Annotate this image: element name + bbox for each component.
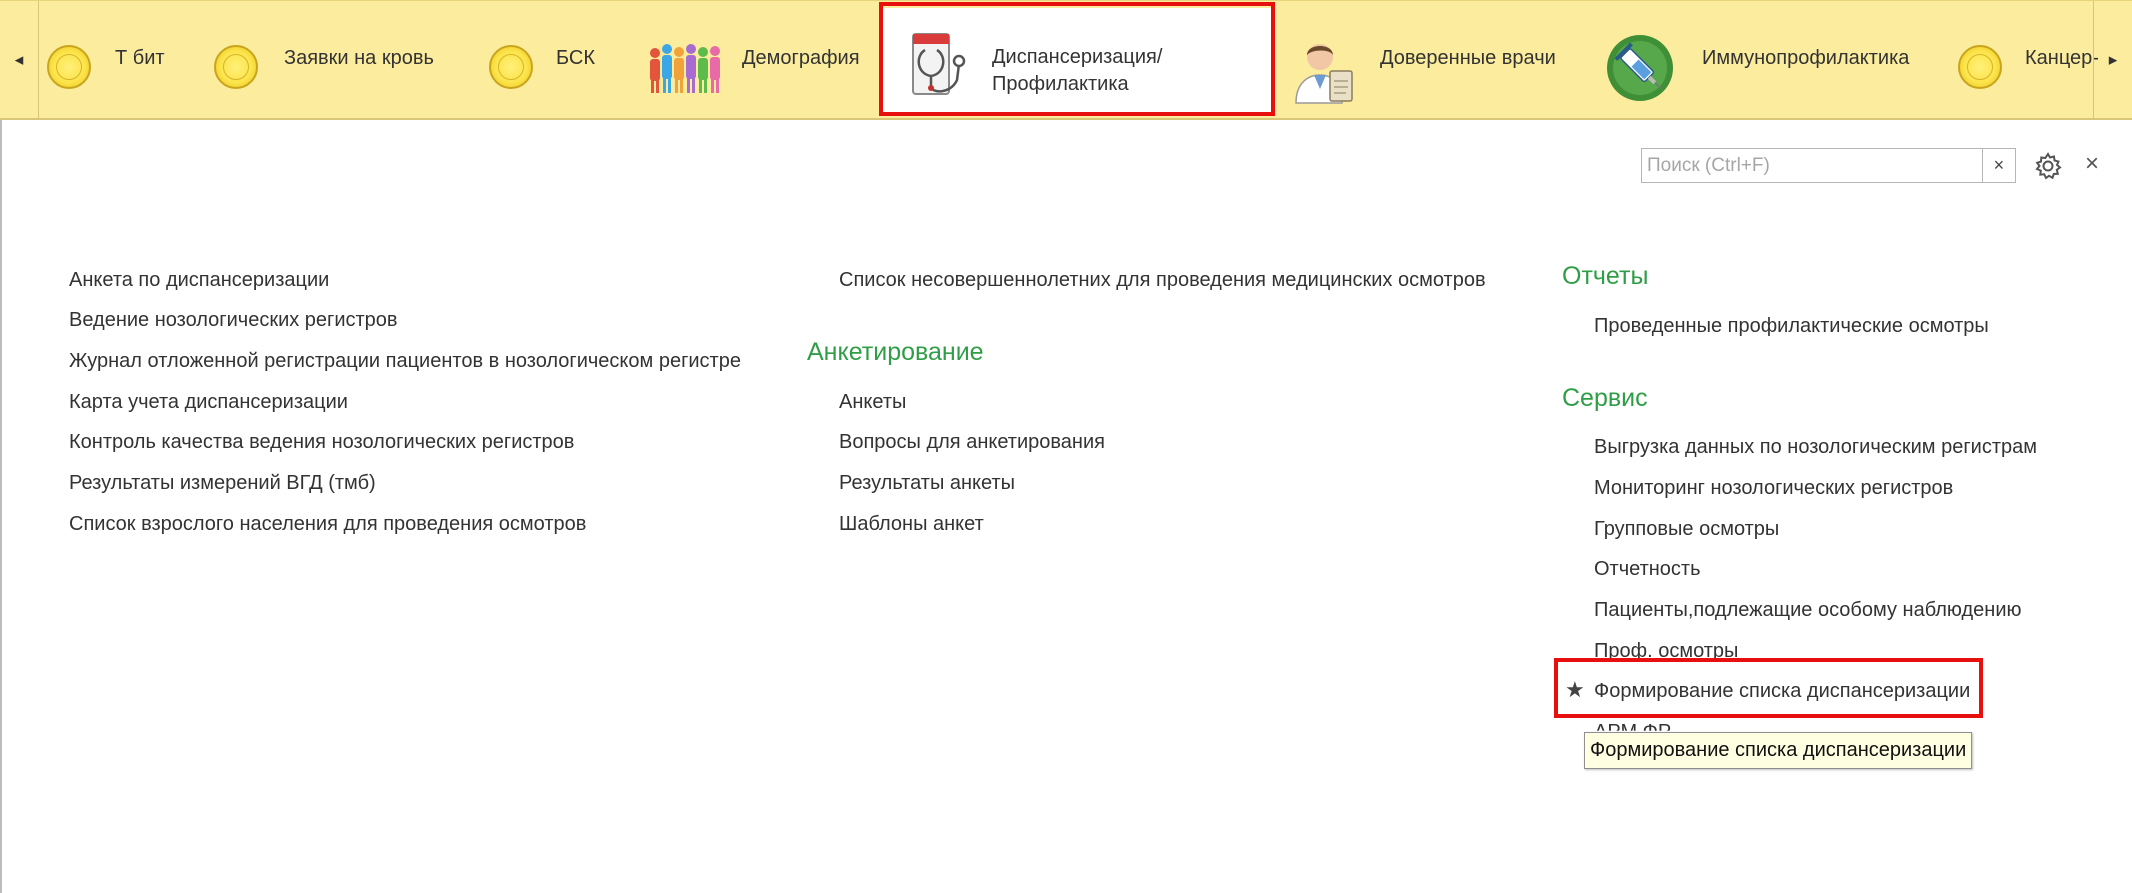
menu-link[interactable]: Результаты измерений ВГД (тмб) [69,471,376,495]
section-tab-cancer[interactable]: Канцер- [1955,7,2099,115]
section-tab-immunoprophylaxis[interactable]: Иммунопрофилактика [1605,7,1925,115]
menu-link[interactable]: Результаты анкеты [839,471,1015,495]
coin-icon [214,45,258,89]
sections-panel: ◂ Т бит Заявки на кровь БСК Демография Д… [0,0,2132,120]
menu-link[interactable]: Отчетность [1594,557,1701,581]
menu-link[interactable]: Список взрослого населения для проведени… [69,512,586,536]
close-button[interactable]: × [2085,150,2099,178]
page-border [0,120,2,893]
menu-link[interactable]: Контроль качества ведения нозологических… [69,430,574,454]
section-tab-label: Канцер- [2025,47,2099,69]
menu-link[interactable]: Список несовершеннолетних для проведения… [839,268,1486,292]
group-title-reports: Отчеты [1562,262,1649,290]
syringe-icon [1607,35,1673,101]
section-tab-label: Диспансеризация/Профилактика [992,46,1163,95]
doctor-icon [1295,44,1353,104]
menu-link[interactable]: Шаблоны анкет [839,512,984,536]
section-tab-dispanserization[interactable]: Диспансеризация/Профилактика [883,8,1271,114]
group-title-service: Сервис [1562,384,1648,412]
menu-link[interactable]: Групповые осмотры [1594,517,1779,541]
scroll-right-button[interactable]: ▸ [2093,1,2132,119]
section-tab-trusted-doctors[interactable]: Доверенные врачи [1290,7,1590,115]
section-tab-label: Демография [742,47,860,69]
section-tab-blood-requests[interactable]: Заявки на кровь [212,7,452,115]
search-input[interactable] [1642,150,1982,181]
gear-icon[interactable] [2034,152,2062,180]
menu-link-dispanserization-list[interactable]: Формирование списка диспансеризации [1594,679,1970,703]
tooltip: Формирование списка диспансеризации [1584,732,1973,769]
group-title-questionnaires: Анкетирование [807,338,984,366]
people-icon [650,44,720,93]
menu-link[interactable]: Журнал отложенной регистрации пациентов … [69,349,741,373]
section-tab-t-bit[interactable]: Т бит [45,7,185,115]
search-box: × [1641,148,2016,183]
menu-link[interactable]: Анкеты [839,390,906,414]
stethoscope-icon [912,33,966,95]
favorite-star-icon[interactable]: ★ [1565,677,1585,703]
menu-link[interactable]: Карта учета диспансеризации [69,390,348,414]
section-tab-label: Заявки на кровь [284,47,434,69]
coin-icon [1958,45,2002,89]
menu-link[interactable]: Выгрузка данных по нозологическим регист… [1594,435,2037,459]
menu-link[interactable]: Анкета по диспансеризации [69,268,329,292]
coin-icon [489,45,533,89]
search-clear-button[interactable]: × [1981,149,2015,182]
menu-link[interactable]: Ведение нозологических регистров [69,308,398,332]
menu-link[interactable]: Вопросы для анкетирования [839,430,1105,454]
section-tab-bsk[interactable]: БСК [487,7,627,115]
section-tab-label: Т бит [115,47,165,69]
coin-icon [47,45,91,89]
section-tab-label: Доверенные врачи [1380,47,1556,69]
scroll-left-button[interactable]: ◂ [0,1,39,119]
menu-link[interactable]: Проф. осмотры [1594,639,1738,663]
section-tab-label: Иммунопрофилактика [1702,47,1910,69]
section-tab-label: БСК [556,47,595,69]
menu-link[interactable]: Мониторинг нозологических регистров [1594,476,1953,500]
menu-link[interactable]: Проведенные профилактические осмотры [1594,314,1989,338]
menu-link[interactable]: Пациенты,подлежащие особому наблюдению [1594,598,2022,622]
section-tab-demography[interactable]: Демография [645,7,875,115]
